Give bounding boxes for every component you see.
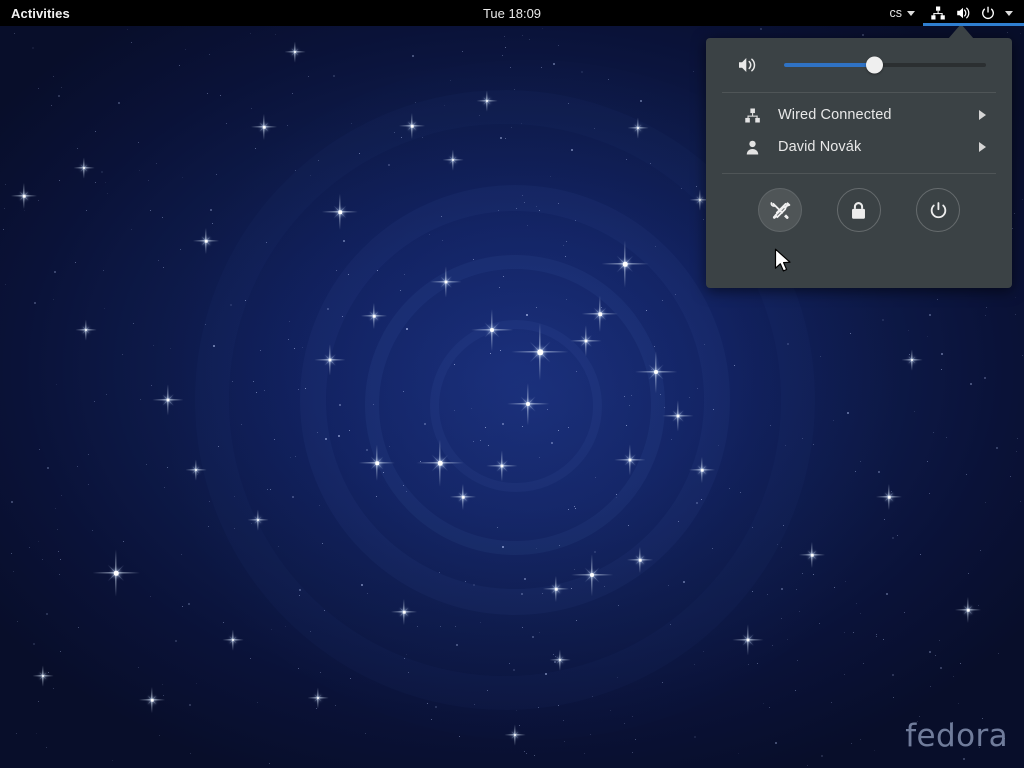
wallpaper-arc — [300, 185, 730, 615]
clock-button[interactable]: Tue 18:09 — [483, 6, 541, 21]
clock-area: Tue 18:09 — [0, 0, 1024, 26]
slider-handle[interactable] — [866, 57, 883, 74]
menu-item-user[interactable]: David Novák — [706, 131, 1012, 163]
keyboard-layout-button[interactable]: cs — [884, 0, 922, 26]
menu-item-label: David Novák — [778, 139, 979, 155]
system-status-menu-button[interactable] — [921, 0, 1024, 26]
power-off-button[interactable] — [916, 188, 960, 232]
settings-button[interactable] — [758, 188, 802, 232]
volume-icon[interactable] — [736, 54, 758, 76]
lock-button[interactable] — [837, 188, 881, 232]
menu-rows: Wired Connected David Novák — [706, 93, 1012, 173]
volume-slider[interactable] — [784, 56, 986, 74]
chevron-down-icon — [1005, 11, 1013, 16]
wired-network-icon — [930, 5, 946, 21]
chevron-down-icon — [907, 11, 915, 16]
chevron-right-icon — [979, 142, 986, 152]
tools-icon — [768, 199, 791, 222]
user-avatar-icon — [744, 139, 761, 156]
top-bar: Activities Tue 18:09 cs — [0, 0, 1024, 26]
chevron-right-icon — [979, 110, 986, 120]
menu-item-label: Wired Connected — [778, 107, 979, 123]
system-menu-arrow — [948, 24, 974, 39]
power-icon — [980, 5, 996, 21]
status-area: cs — [884, 0, 1024, 26]
menu-item-wired-network[interactable]: Wired Connected — [706, 99, 1012, 131]
fedora-watermark: fedora — [905, 718, 1008, 754]
volume-icon — [955, 5, 971, 21]
volume-row — [706, 38, 1012, 92]
system-menu-popup: Wired Connected David Novák — [706, 38, 1012, 288]
activities-label: Activities — [11, 6, 70, 21]
slider-fill — [784, 63, 875, 67]
power-icon — [928, 200, 949, 221]
menu-action-row — [706, 174, 1012, 232]
keyboard-layout-label: cs — [890, 6, 903, 20]
wallpaper-arc — [365, 255, 665, 555]
wallpaper-arc — [430, 320, 602, 492]
lock-icon — [848, 200, 869, 221]
wired-network-icon — [744, 107, 761, 124]
activities-button[interactable]: Activities — [0, 0, 80, 26]
